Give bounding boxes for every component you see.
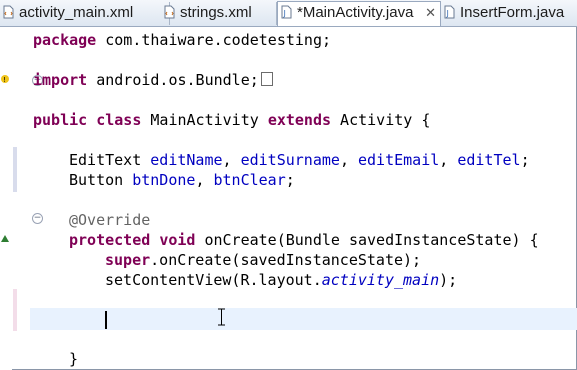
code-text: .onCreate(savedInstanceState);	[150, 251, 422, 269]
separator: ,	[222, 151, 241, 169]
java-file-icon: J	[281, 5, 292, 19]
field-name: editSurname	[240, 151, 340, 169]
editor-tab-bar: activity_main.xml strings.xml J *MainAct…	[0, 0, 577, 27]
svg-text:!: !	[3, 76, 6, 84]
tab-strings-xml[interactable]: strings.xml	[161, 2, 277, 25]
tab-label: activity_main.xml	[19, 4, 134, 21]
ibeam-cursor-icon	[218, 308, 225, 326]
tab-main-activity-java[interactable]: J *MainActivity.java ✕	[277, 1, 441, 26]
keyword: import	[33, 71, 88, 89]
code-text: onCreate(Bundle savedInstanceState) {	[195, 231, 539, 249]
tab-label: InsertForm.java	[460, 4, 565, 21]
closing-brace: }	[69, 350, 79, 368]
code-line: import android.os.Bundle;	[33, 70, 273, 90]
field-name: editEmail	[358, 151, 440, 169]
separator: ,	[195, 171, 214, 189]
keyword: extends	[267, 111, 332, 129]
code-editor[interactable]: ! + − package com.thaiware.codetesting; …	[0, 27, 577, 370]
fold-collapse-icon[interactable]: −	[32, 213, 43, 224]
field-name: btnClear	[213, 171, 286, 189]
text-caret	[105, 311, 107, 329]
field-name: editName	[150, 151, 223, 169]
warning-icon: !	[1, 75, 9, 84]
code-line: EditText editName, editSurname, editEmai…	[69, 150, 530, 170]
separator: ;	[520, 151, 530, 169]
tab-label: *MainActivity.java	[297, 4, 414, 21]
tab-insert-form-java[interactable]: J InsertForm.java	[441, 2, 577, 25]
folding-column: + −	[12, 27, 43, 370]
keyword: public	[33, 111, 88, 129]
change-marker	[13, 289, 17, 331]
svg-text:J: J	[446, 9, 449, 18]
code-line: setContentView(R.layout.activity_main);	[105, 270, 457, 290]
code-line: @Override	[69, 210, 150, 230]
collapsed-imports-box[interactable]	[260, 72, 273, 86]
type-name: Button	[69, 171, 133, 189]
field-name: btnDone	[132, 171, 196, 189]
current-line-highlight	[30, 308, 577, 330]
code-line: package com.thaiware.codetesting;	[33, 30, 331, 50]
code-line: protected void onCreate(Bundle savedInst…	[69, 230, 539, 250]
keyword: package	[33, 31, 97, 49]
tab-activity-main-xml[interactable]: activity_main.xml	[0, 2, 170, 25]
annotation-ruler: !	[0, 27, 12, 370]
static-field: activity_main	[321, 271, 440, 289]
separator: ,	[439, 151, 458, 169]
svg-text:J: J	[283, 9, 286, 18]
change-marker	[13, 147, 17, 192]
code-text: setContentView(R.layout.	[105, 271, 322, 289]
close-icon[interactable]: ✕	[425, 5, 436, 21]
override-indicator-icon	[1, 235, 9, 242]
keyword: class	[96, 111, 142, 129]
code-text: Activity {	[331, 111, 431, 129]
type-name: EditText	[69, 151, 151, 169]
code-line: }	[69, 349, 78, 369]
code-line: public class MainActivity extends Activi…	[33, 110, 430, 130]
code-text: com.thaiware.codetesting;	[96, 31, 332, 49]
code-line: super.onCreate(savedInstanceState);	[105, 250, 421, 270]
code-text: );	[439, 271, 458, 289]
java-file-icon: J	[444, 5, 455, 19]
keyword: void	[159, 231, 196, 249]
class-name: MainActivity	[141, 111, 268, 129]
separator: ;	[285, 171, 295, 189]
tab-label: strings.xml	[180, 4, 252, 21]
separator: ,	[339, 151, 358, 169]
keyword: protected	[69, 231, 151, 249]
code-text: android.os.Bundle;	[87, 71, 259, 89]
keyword: super	[105, 251, 151, 269]
xml-file-icon	[3, 5, 14, 19]
annotation: @Override	[69, 211, 151, 229]
xml-file-icon	[164, 5, 175, 19]
code-line: Button btnDone, btnClear;	[69, 170, 295, 190]
field-name: editTel	[457, 151, 521, 169]
